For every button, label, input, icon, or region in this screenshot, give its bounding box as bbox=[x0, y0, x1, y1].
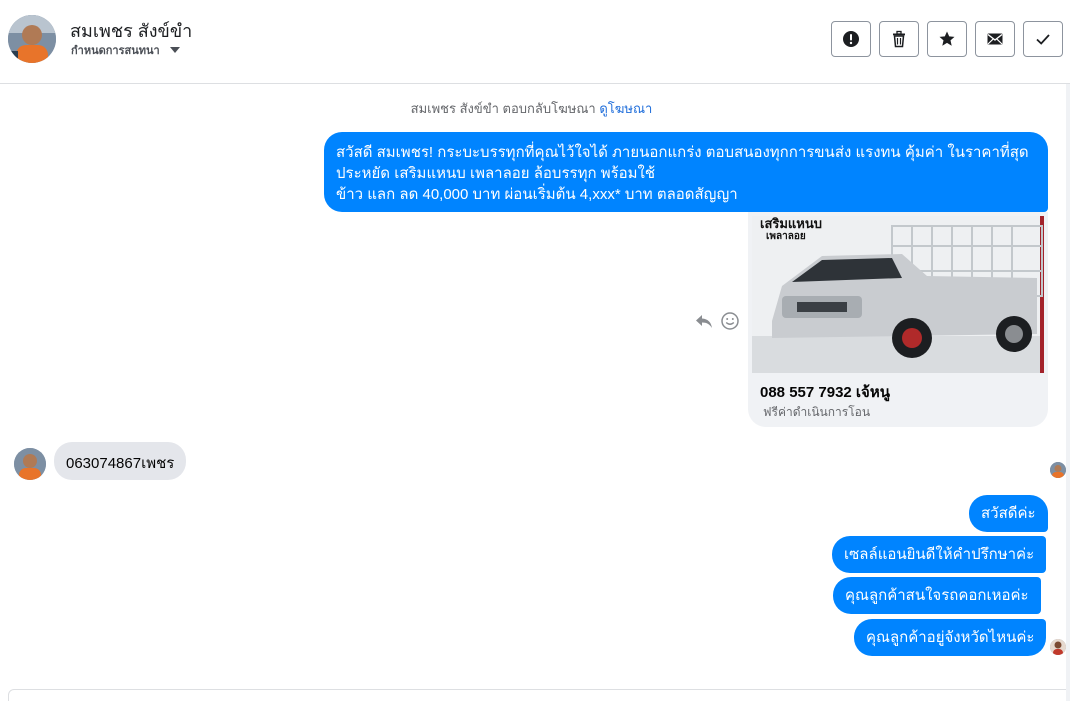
intro-line: ประหยัด เสริมแหนบ เพลาลอย ล้อบรรทุก พร้อ… bbox=[336, 165, 656, 182]
done-button[interactable] bbox=[1023, 21, 1063, 57]
reply-icon[interactable] bbox=[694, 311, 714, 331]
ad-image-caption: เพลาลอย bbox=[766, 231, 806, 242]
incoming-message-text: 063074867เพชร bbox=[66, 455, 175, 472]
message-composer[interactable] bbox=[8, 689, 1070, 701]
conversation-toolbar bbox=[831, 21, 1063, 57]
seen-avatar bbox=[1050, 639, 1066, 655]
ad-description: ฟรีค่าดำเนินการโอน bbox=[763, 405, 871, 419]
caret-down-icon bbox=[169, 47, 180, 53]
report-button[interactable] bbox=[831, 21, 871, 57]
outgoing-message-text: เซลล์แอนยินดีให้คำปรึกษาค่ะ bbox=[844, 546, 1035, 563]
incoming-message[interactable]: 063074867เพชร bbox=[54, 442, 187, 480]
trash-icon bbox=[893, 30, 905, 48]
conversation-label-text: กำหนดการสนทนา bbox=[71, 45, 160, 57]
intro-line: ข้าว แลก ลด 40,000 บาท ผ่อนเริ่มต้น 4,xx… bbox=[336, 186, 738, 203]
scrollbar[interactable] bbox=[1066, 84, 1070, 701]
outgoing-message[interactable]: คุณลูกค้าสนใจรถคอกเหอค่ะ bbox=[833, 577, 1041, 614]
outgoing-message[interactable]: สวัสดีค่ะ bbox=[969, 495, 1048, 532]
star-icon bbox=[939, 31, 955, 46]
ad-intro-message[interactable]: สวัสดี สมเพชร! กระบะบรรทุกที่คุณไว้ใจได้… bbox=[324, 132, 1048, 212]
ad-reply-notice-text: สมเพชร สังข์ขำ ตอบกลับโฆษณา bbox=[410, 101, 596, 116]
ad-title: 088 557 7932 เจ้หนู bbox=[760, 384, 890, 401]
checkmark-icon bbox=[1036, 34, 1050, 45]
star-button[interactable] bbox=[927, 21, 967, 57]
message-actions bbox=[694, 311, 740, 331]
outgoing-message-text: คุณลูกค้าสนใจรถคอกเหอค่ะ bbox=[845, 587, 1029, 604]
alert-icon bbox=[843, 31, 859, 47]
conversation-header: สมเพชร สังข์ขำ กำหนดการสนทนา bbox=[0, 0, 1070, 84]
outgoing-message[interactable]: เซลล์แอนยินดีให้คำปรึกษาค่ะ bbox=[832, 536, 1047, 573]
delete-button[interactable] bbox=[879, 21, 919, 57]
mark-unread-button[interactable] bbox=[975, 21, 1015, 57]
seen-avatar bbox=[1050, 462, 1066, 478]
ad-reply-notice: สมเพชร สังข์ขำ ตอบกลับโฆษณา ดูโฆษณา bbox=[0, 98, 1063, 119]
outgoing-message[interactable]: คุณลูกค้าอยู่จังหวัดไหนค่ะ bbox=[854, 619, 1047, 656]
ad-image: เสริมแหนบ เพลาลอย bbox=[752, 216, 1044, 373]
intro-line: สวัสดี สมเพชร! กระบะบรรทุกที่คุณไว้ใจได้… bbox=[336, 144, 1029, 161]
outgoing-message-text: สวัสดีค่ะ bbox=[981, 505, 1036, 522]
conversation-label-dropdown[interactable]: กำหนดการสนทนา bbox=[71, 41, 180, 59]
envelope-icon bbox=[987, 33, 1003, 45]
contact-avatar-small[interactable] bbox=[14, 448, 46, 480]
emoji-icon[interactable] bbox=[720, 311, 740, 331]
outgoing-message-text: คุณลูกค้าอยู่จังหวัดไหนค่ะ bbox=[866, 629, 1035, 646]
contact-avatar[interactable] bbox=[8, 15, 56, 63]
ad-card[interactable]: เสริมแหนบ เพลาลอย 088 557 7932 เจ้หนู ฟร… bbox=[748, 212, 1048, 427]
view-ad-link[interactable]: ดูโฆษณา bbox=[599, 101, 652, 116]
